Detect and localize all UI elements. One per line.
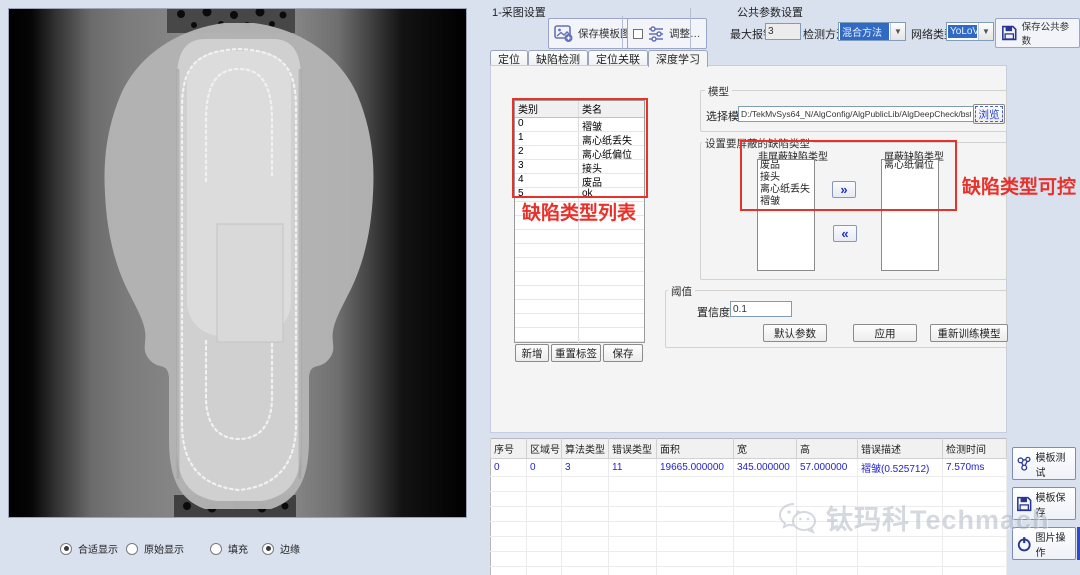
class-row-empty[interactable] — [515, 244, 644, 258]
apply-button[interactable]: 应用 — [853, 324, 917, 342]
radio-fit-label: 合适显示 — [78, 541, 118, 556]
retrain-model-button[interactable]: 重新训练模型 — [930, 324, 1008, 342]
display-option-edge[interactable]: 边缘 — [262, 541, 300, 556]
class-id-header: 类别 — [515, 101, 579, 117]
move-left-button[interactable]: « — [833, 225, 857, 242]
radio-edge-label: 边缘 — [280, 541, 300, 556]
adjust-checkbox[interactable] — [633, 29, 643, 39]
list-item[interactable]: 褶皱 — [758, 196, 814, 208]
toolbar-divider — [622, 16, 623, 48]
capture-settings-title: 1-采图设置 — [492, 4, 546, 20]
class-row[interactable]: 5ok — [515, 188, 644, 202]
display-option-fill[interactable]: 填充 — [210, 541, 248, 556]
list-item[interactable]: 废品 — [758, 160, 814, 172]
class-table-header: 类别 类名 — [515, 101, 644, 118]
tab-positioning[interactable]: 定位 — [490, 50, 528, 66]
display-option-original[interactable]: 原始显示 — [126, 541, 184, 556]
max-error-input[interactable] — [765, 23, 801, 40]
app-window: 合适显示 原始显示 填充 边缘 1-采图设置 保存模板图 — [0, 0, 1080, 575]
result-row-empty[interactable] — [491, 552, 1007, 567]
class-row-empty[interactable] — [515, 230, 644, 244]
radio-fit-display[interactable] — [60, 543, 72, 555]
results-header-row: 序号 区域号 算法类型 错误类型 面积 宽 高 错误描述 检测时间 — [491, 439, 1007, 459]
list-item[interactable]: 离心纸偏位 — [882, 160, 938, 172]
image-operation-button[interactable]: 图片操作 — [1012, 527, 1076, 560]
class-row-empty[interactable] — [515, 216, 644, 230]
floppy-disk-icon — [1016, 495, 1032, 513]
detect-method-dropdown[interactable]: 混合方法 ▼ — [838, 22, 906, 41]
result-row-empty[interactable] — [491, 507, 1007, 522]
result-row[interactable]: 0 0 3 11 19665.000000 345.000000 57.0000… — [491, 459, 1007, 477]
model-path-input[interactable] — [738, 106, 974, 122]
confidence-label: 置信度 — [697, 304, 730, 320]
list-item[interactable]: 离心纸丢失 — [758, 184, 814, 196]
save-template-image-button[interactable]: 保存模板图 — [548, 18, 637, 49]
class-table[interactable]: 类别 类名 0褶皱 1离心纸丢失 2离心纸偏位 3接头 4废品 5ok — [514, 100, 645, 343]
results-table[interactable]: 序号 区域号 算法类型 错误类型 面积 宽 高 错误描述 检测时间 0 0 3 … — [490, 438, 1007, 575]
class-row-empty[interactable] — [515, 286, 644, 300]
template-save-button[interactable]: 模板保存 — [1012, 487, 1076, 520]
network-type-value: YoLoV3 — [948, 25, 977, 38]
floppy-disk-icon — [1001, 24, 1018, 42]
result-row-empty[interactable] — [491, 477, 1007, 492]
model-group-label: 模型 — [705, 84, 732, 99]
radio-original-label: 原始显示 — [144, 541, 184, 556]
move-right-button[interactable]: » — [832, 181, 856, 198]
chevron-down-icon[interactable]: ▼ — [978, 23, 993, 40]
xray-image-viewer[interactable] — [8, 8, 467, 518]
class-row[interactable]: 0褶皱 — [515, 118, 644, 132]
tab-deep-learning[interactable]: 深度学习 — [648, 50, 708, 67]
browse-model-button[interactable]: 浏览 — [973, 104, 1005, 124]
power-icon — [1016, 535, 1032, 553]
result-row-empty[interactable] — [491, 522, 1007, 537]
shield-groupbox — [700, 142, 1007, 280]
adjust-button[interactable]: 调整… — [627, 18, 707, 49]
picture-plus-icon — [554, 25, 574, 43]
reset-labels-button[interactable]: 重置标签 — [551, 344, 601, 362]
class-row[interactable]: 3接头 — [515, 160, 644, 174]
tab-positioning-association[interactable]: 定位关联 — [588, 50, 648, 66]
sliders-icon — [647, 25, 665, 43]
result-row-empty[interactable] — [491, 492, 1007, 507]
molecule-icon — [1016, 455, 1032, 473]
radio-fill-label: 填充 — [228, 541, 248, 556]
class-row-empty[interactable] — [515, 314, 644, 328]
save-common-params-button[interactable]: 保存公共参数 — [995, 18, 1080, 48]
template-test-button[interactable]: 模板测试 — [1012, 447, 1076, 480]
class-row[interactable]: 1离心纸丢失 — [515, 132, 644, 146]
confidence-input[interactable] — [730, 301, 792, 317]
shielded-defect-list[interactable]: 离心纸偏位 — [881, 159, 939, 271]
pad-xray-image — [9, 9, 466, 517]
chevron-down-icon[interactable]: ▼ — [890, 23, 905, 40]
class-row[interactable]: 2离心纸偏位 — [515, 146, 644, 160]
class-row-empty[interactable] — [515, 258, 644, 272]
common-params-title: 公共参数设置 — [737, 4, 803, 20]
add-class-button[interactable]: 新增 — [515, 344, 549, 362]
display-option-fit[interactable]: 合适显示 — [60, 541, 118, 556]
class-row-empty[interactable] — [515, 272, 644, 286]
save-labels-button[interactable]: 保存 — [603, 344, 643, 362]
tab-label: 深度学习 — [656, 51, 700, 67]
radio-edge[interactable] — [262, 543, 274, 555]
list-item[interactable]: 接头 — [758, 172, 814, 184]
detect-method-value: 混合方法 — [840, 23, 889, 40]
result-row-empty[interactable] — [491, 537, 1007, 552]
class-row-empty[interactable] — [515, 328, 644, 342]
adjust-label: 调整… — [669, 26, 701, 41]
section-divider — [690, 8, 691, 52]
class-row-empty[interactable] — [515, 300, 644, 314]
threshold-group-label: 阈值 — [668, 284, 695, 299]
class-row[interactable]: 4废品 — [515, 174, 644, 188]
save-common-params-label: 保存公共参数 — [1022, 19, 1074, 47]
tab-defect-detection[interactable]: 缺陷检测 — [528, 50, 588, 66]
unshielded-defect-list[interactable]: 废品 接头 离心纸丢失 褶皱 — [757, 159, 815, 271]
network-type-dropdown[interactable]: YoLoV3 ▼ — [946, 22, 994, 41]
class-row-empty[interactable] — [515, 202, 644, 216]
result-row-empty[interactable] — [491, 567, 1007, 575]
class-name-header: 类名 — [579, 101, 644, 117]
radio-original-display[interactable] — [126, 543, 138, 555]
default-params-button[interactable]: 默认参数 — [763, 324, 827, 342]
radio-fill[interactable] — [210, 543, 222, 555]
